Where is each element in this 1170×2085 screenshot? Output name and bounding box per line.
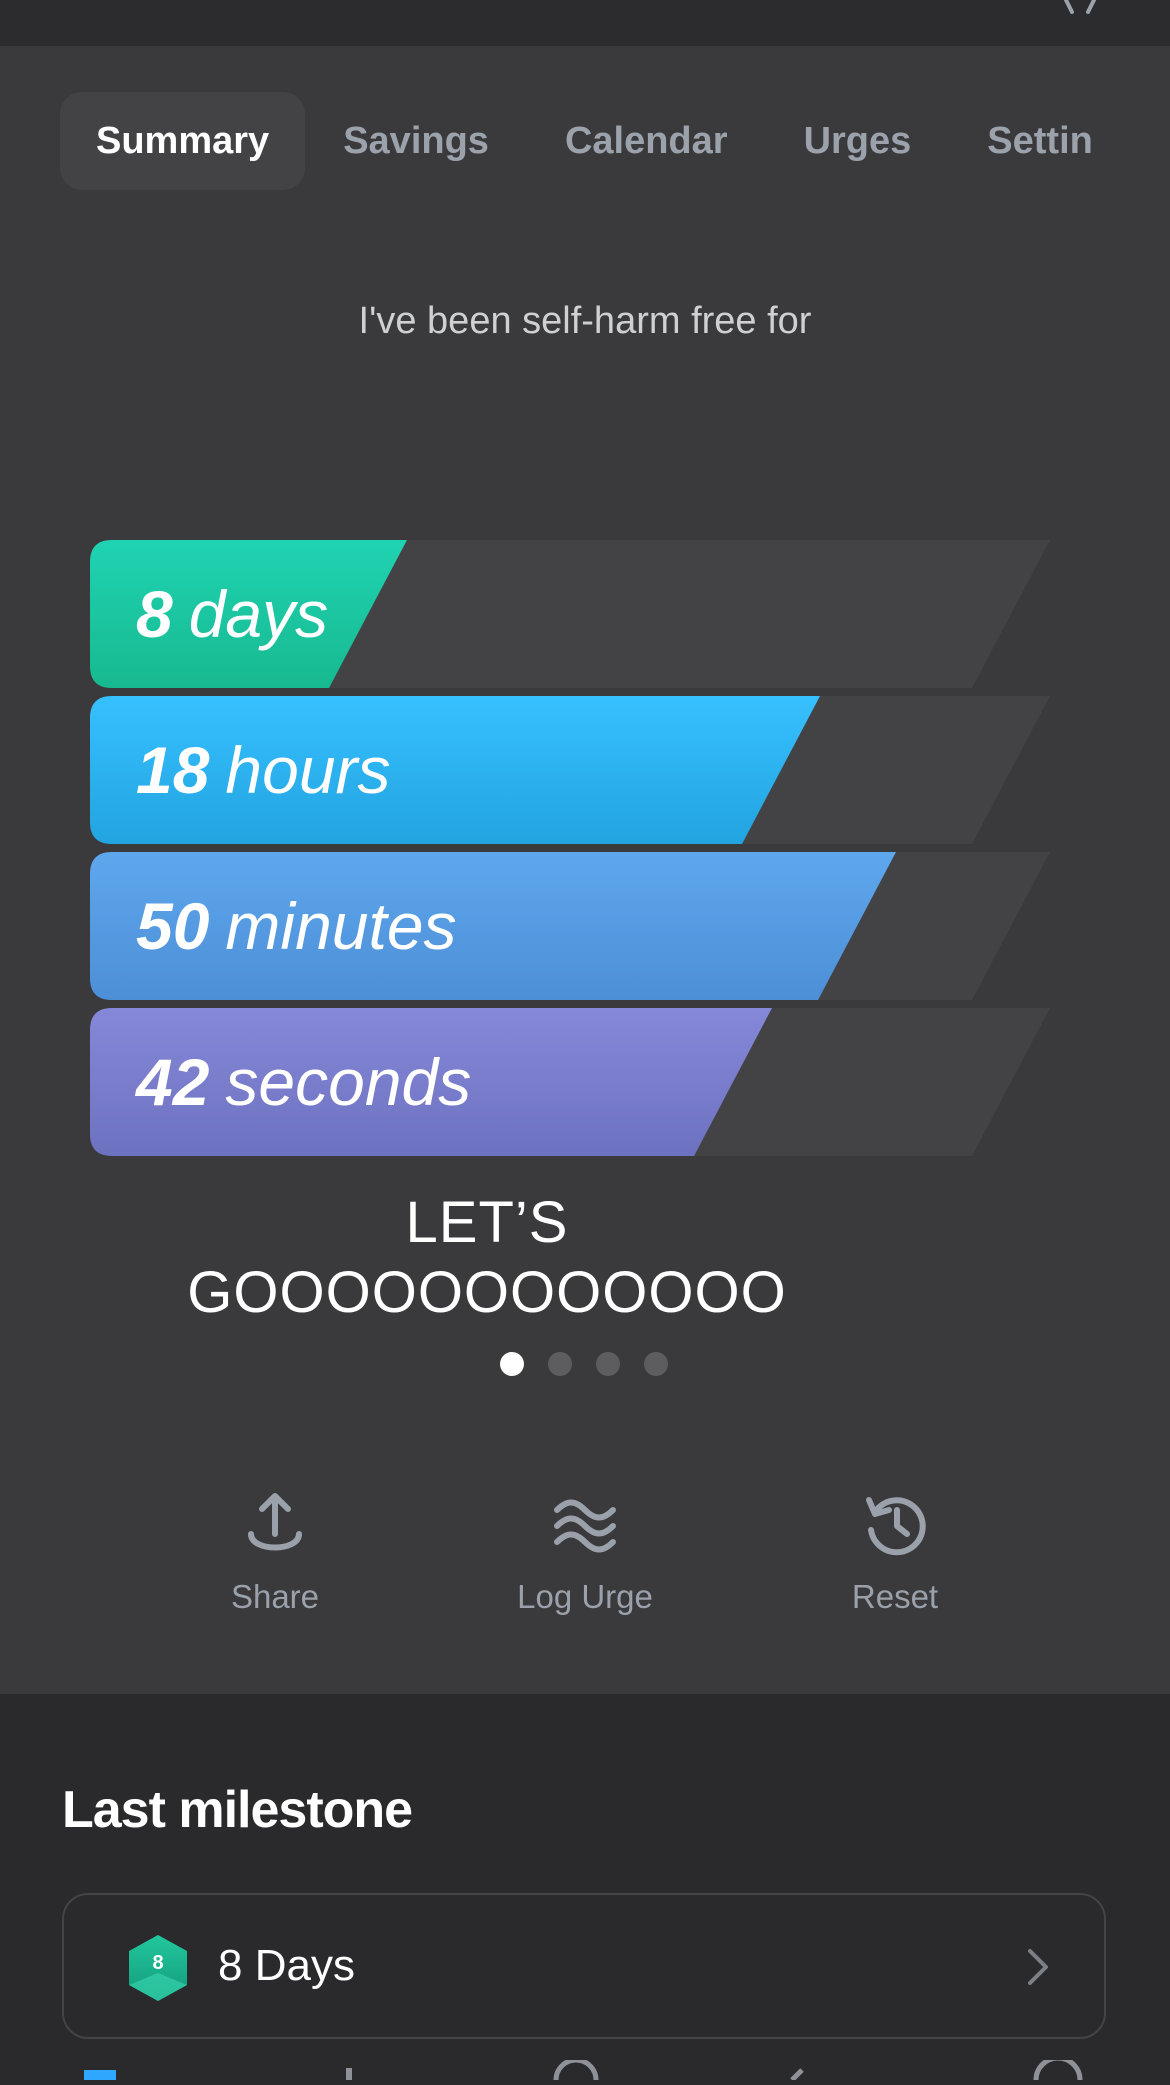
days-label: 8 days	[136, 577, 329, 651]
streak-counter[interactable]: 8 days 18 hours 50 minutes 42 seconds	[90, 540, 1050, 1164]
waves-icon	[554, 1499, 616, 1553]
reset-button[interactable]: Reset	[795, 1490, 995, 1616]
page-dot[interactable]	[500, 1352, 524, 1376]
stats-tab-icon[interactable]	[346, 2068, 352, 2080]
motivation-line-1: LET’S	[405, 1190, 569, 1255]
history-icon	[866, 1497, 926, 1556]
tab-urges[interactable]: Urges	[766, 92, 950, 190]
minutes-bar: 50 minutes	[90, 852, 1050, 1000]
bottom-tab-bar	[0, 2055, 1170, 2082]
motivation-line-2: GOOOOOOOOOOOO	[187, 1260, 787, 1325]
reset-label: Reset	[851, 1578, 939, 1615]
hours-bar: 18 hours	[90, 696, 1050, 844]
home-tab-icon[interactable]	[84, 2070, 116, 2080]
milestone-card[interactable]: 8 8 Days	[62, 1893, 1106, 2039]
days-bar: 8 days	[90, 540, 1050, 688]
share-button[interactable]: Share	[175, 1490, 375, 1616]
chevron-right-icon	[1028, 1949, 1048, 1985]
page-indicator[interactable]	[500, 1352, 668, 1376]
share-label: Share	[230, 1578, 320, 1615]
page-dot[interactable]	[644, 1352, 668, 1376]
motivation-message: LET’S GOOOOOOOOOOOO	[150, 1188, 824, 1328]
milestone-badge-number: 8	[152, 1952, 163, 1974]
profile-tab-icon[interactable]	[1033, 2055, 1083, 2081]
milestone-label: 8 Days	[218, 1941, 355, 1990]
tab-calendar[interactable]: Calendar	[527, 92, 766, 190]
streak-subtitle: I've been self-harm free for	[358, 300, 812, 342]
tab-savings[interactable]: Savings	[305, 92, 527, 190]
log-urge-label: Log Urge	[517, 1578, 653, 1615]
seconds-label: 42 seconds	[136, 1045, 472, 1119]
page-dot[interactable]	[596, 1352, 620, 1376]
tab-summary[interactable]: Summary	[60, 92, 306, 190]
share-icon	[248, 1493, 302, 1551]
status-bar	[0, 0, 1170, 46]
last-milestone-heading: Last milestone	[62, 1781, 413, 1839]
page-dot[interactable]	[548, 1352, 572, 1376]
tab-settings[interactable]: Settin	[949, 92, 1131, 190]
log-urge-button[interactable]: Log Urge	[485, 1490, 685, 1616]
seconds-bar: 42 seconds	[90, 1008, 1050, 1156]
minutes-label: 50 minutes	[136, 889, 457, 963]
profile-icon[interactable]	[1060, 0, 1100, 14]
tools-tab-icon[interactable]	[790, 2068, 804, 2082]
hours-label: 18 hours	[136, 733, 391, 807]
milestone-badge-icon: 8	[129, 1935, 187, 2001]
tab-bar: Summary Savings Calendar Urges Settin	[60, 92, 1131, 190]
community-tab-icon[interactable]	[553, 2057, 599, 2081]
